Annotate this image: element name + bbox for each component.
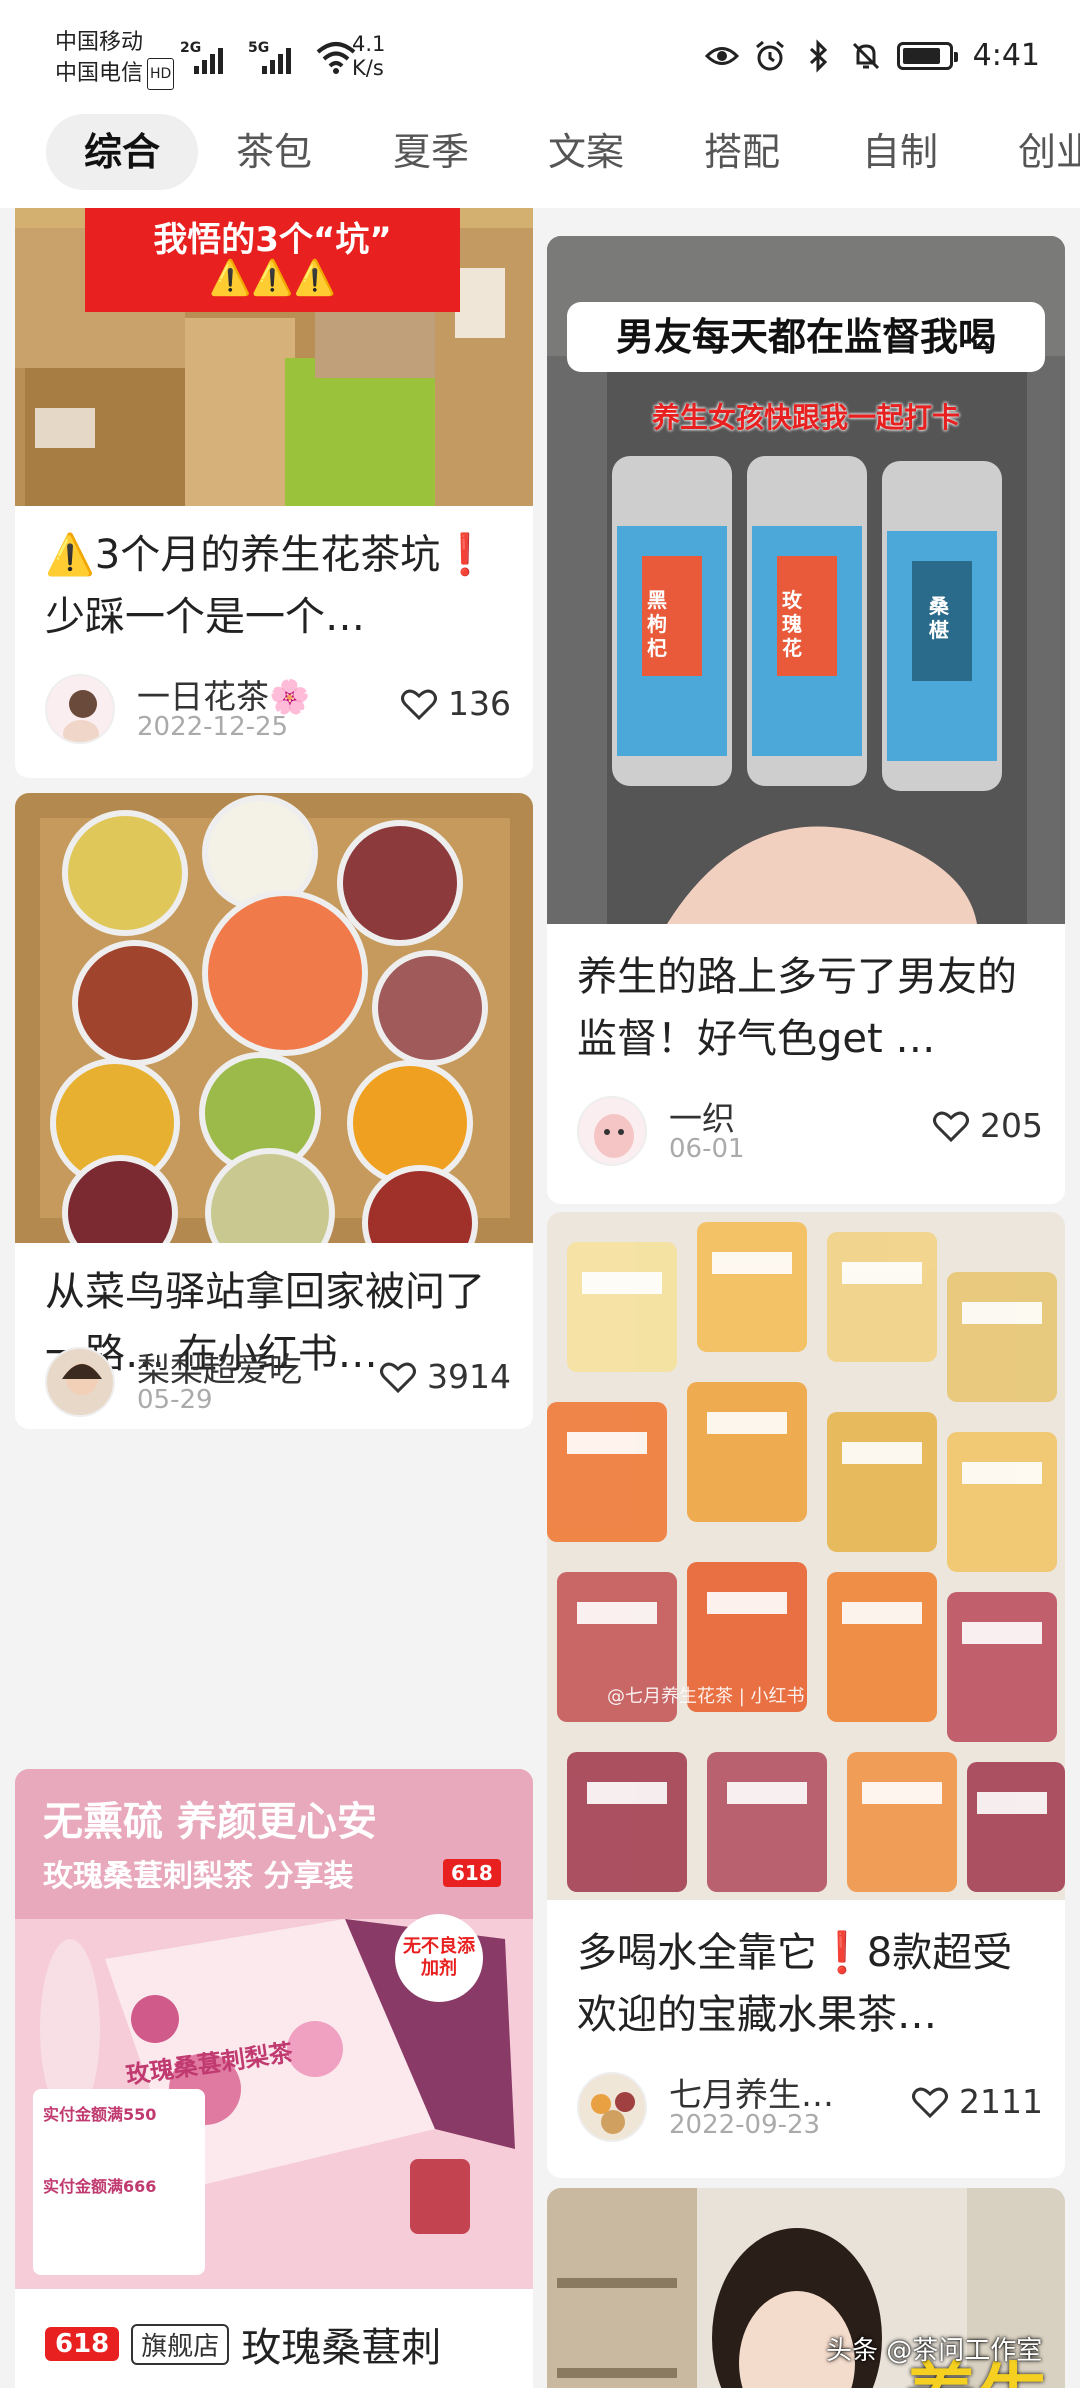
note-card[interactable]: @七月养生花茶 | 小红书 多喝水全靠它❗️8款超受欢迎的宝藏水果茶… 七月养生… <box>547 1212 1065 2178</box>
mute-icon <box>852 42 879 69</box>
promo-line-2: 实付金额满666 <box>43 2177 157 2196</box>
promo-line-1: 实付金额满550 <box>43 2105 157 2124</box>
jar-label: 玫瑰花 <box>782 588 802 660</box>
category-tabs: 综合 茶包 夏季 文案 搭配 自制 创业 <box>0 110 1080 208</box>
note-card[interactable]: 无熏硫 养颜更心安 玫瑰桑葚刺梨茶 分享装 618 无不良添加剂 玫瑰桑葚刺梨茶… <box>15 1769 533 2388</box>
note-title[interactable]: 多喝水全靠它❗️8款超受欢迎的宝藏水果茶… <box>577 1922 1043 2046</box>
tab-pairing[interactable]: 搭配 <box>704 114 780 190</box>
tab-comprehensive[interactable]: 综合 <box>46 114 199 190</box>
image-subline: 玫瑰桑葚刺梨茶 分享装 <box>43 1859 354 1894</box>
post-date: 06-01 <box>669 1134 745 1164</box>
avatar[interactable] <box>45 674 115 744</box>
note-author-row: 一日花茶🌸 2022-12-25 136 <box>45 670 511 750</box>
note-title[interactable]: 玫瑰桑葚刺 <box>241 2315 441 2373</box>
tab-homemade[interactable]: 自制 <box>862 114 938 190</box>
tag-618: 618 <box>45 2327 120 2361</box>
note-author-row: 梨梨超爱吃 05-29 3914 <box>45 1343 511 1423</box>
like-count: 136 <box>448 684 511 723</box>
carrier-info: 中国移动 中国电信 HD <box>55 28 175 90</box>
badge-618: 618 <box>443 1859 501 1887</box>
jar-label: 桑椹 <box>929 594 949 642</box>
promo-card: 实付金额满550 实付金额满666 <box>33 2089 205 2275</box>
note-card[interactable]: 男友每天都在监督我喝 养生女孩快跟我一起打卡 黑枸杞 玫瑰花 桑椹 养生的路上多… <box>547 236 1065 1204</box>
heart-icon <box>933 1111 969 1142</box>
alarm-icon <box>755 40 784 70</box>
note-author-row: 一织 06-01 205 <box>577 1092 1043 1172</box>
note-cover-image[interactable]: 无熏硫 养颜更心安 玫瑰桑葚刺梨茶 分享装 618 无不良添加剂 玫瑰桑葚刺梨茶… <box>15 1769 533 2289</box>
battery-icon <box>896 41 958 70</box>
carrier-2: 中国电信 <box>55 61 144 86</box>
title-row: 618 旗舰店 玫瑰桑葚刺 <box>45 2315 441 2373</box>
note-author-row: 七月养生… 2022-09-23 2111 <box>577 2068 1043 2148</box>
tag-flagship-store: 旗舰店 <box>131 2323 230 2365</box>
note-cover-image[interactable]: 我悟的3个“坑” ⚠️⚠️⚠️ <box>15 208 533 506</box>
avatar[interactable] <box>577 1096 647 1166</box>
signal-sim2-icon: 5G <box>248 40 298 74</box>
warning-banner: 我悟的3个“坑” ⚠️⚠️⚠️ <box>85 208 460 312</box>
signal-indicators: 2G 5G <box>180 40 356 74</box>
banner-text: 我悟的3个“坑” <box>153 220 392 260</box>
heart-icon <box>912 2087 949 2118</box>
tab-copywriting[interactable]: 文案 <box>548 114 624 190</box>
clock: 4:41 <box>972 38 1040 73</box>
network-speed: 4.1 K/s <box>352 32 386 80</box>
image-watermark: @七月养生花茶 | 小红书 <box>607 1686 805 1707</box>
like-button[interactable]: 205 <box>932 1106 1043 1145</box>
system-icons: 4:41 <box>704 38 1040 73</box>
tab-summer[interactable]: 夏季 <box>393 114 469 190</box>
fruit-tea-packs-photo <box>547 1212 1065 1900</box>
note-card[interactable]: 我悟的3个“坑” ⚠️⚠️⚠️ ⚠️3个月的养生花茶坑❗️少踩一个是一个… 一日… <box>15 208 533 778</box>
like-button[interactable]: 136 <box>400 684 511 723</box>
post-date: 05-29 <box>137 1385 213 1415</box>
author-name[interactable]: 七月养生… <box>669 2068 834 2116</box>
wifi-icon <box>316 42 356 74</box>
hd-badge: HD <box>147 58 175 90</box>
author-name[interactable]: 梨梨超爱吃 <box>137 1343 302 1391</box>
tab-startup[interactable]: 创业 <box>1018 114 1080 190</box>
post-date: 2022-12-25 <box>137 712 289 742</box>
author-name[interactable]: 一织 <box>669 1092 735 1140</box>
no-additive-sticker: 无不良添加剂 <box>395 1914 483 2002</box>
status-bar: 中国移动 中国电信 HD 2G 5G 4.1 K/s 4:41 <box>0 0 1080 110</box>
avatar[interactable] <box>577 2072 647 2142</box>
post-date: 2022-09-23 <box>669 2110 821 2140</box>
image-headline: 无熏硫 养颜更心安 <box>43 1799 377 1845</box>
note-card[interactable]: 从菜鸟驿站拿回家被问了一路… 在小红书… 梨梨超爱吃 05-29 3914 <box>15 793 533 1429</box>
like-count: 205 <box>980 1106 1043 1145</box>
heart-icon <box>401 689 437 720</box>
note-cover-image[interactable] <box>15 793 533 1243</box>
feed: 我悟的3个“坑” ⚠️⚠️⚠️ ⚠️3个月的养生花茶坑❗️少踩一个是一个… 一日… <box>0 208 1080 2388</box>
bluetooth-icon <box>809 38 827 73</box>
tab-tea-bag[interactable]: 茶包 <box>236 114 312 190</box>
avatar[interactable] <box>45 1347 115 1417</box>
note-cover-image[interactable]: @七月养生花茶 | 小红书 <box>547 1212 1065 1900</box>
image-subline: 养生女孩快跟我一起打卡 <box>651 401 960 434</box>
note-cover-image[interactable]: 男友每天都在监督我喝 养生女孩快跟我一起打卡 黑枸杞 玫瑰花 桑椹 <box>547 236 1065 924</box>
image-headline: 男友每天都在监督我喝 <box>567 302 1045 372</box>
signal-sim1-icon: 2G <box>180 40 230 74</box>
like-count: 2111 <box>959 2082 1043 2121</box>
eye-icon <box>704 46 739 65</box>
heart-icon <box>380 1362 417 1393</box>
note-title[interactable]: 养生的路上多亏了男友的监督！好气色get … <box>577 946 1043 1070</box>
like-button[interactable]: 2111 <box>911 2082 1043 2121</box>
source-watermark: 头条 @茶问工作室 <box>826 2336 1043 2366</box>
warning-icons: ⚠️⚠️⚠️ <box>208 258 336 298</box>
carrier-1: 中国移动 <box>55 30 144 55</box>
author-name[interactable]: 一日花茶🌸 <box>137 670 310 718</box>
tea-jars-photo <box>15 793 533 1243</box>
jar-label: 黑枸杞 <box>647 588 667 660</box>
note-title[interactable]: ⚠️3个月的养生花茶坑❗️少踩一个是一个… <box>45 524 511 648</box>
like-button[interactable]: 3914 <box>379 1357 511 1396</box>
like-count: 3914 <box>427 1357 511 1396</box>
